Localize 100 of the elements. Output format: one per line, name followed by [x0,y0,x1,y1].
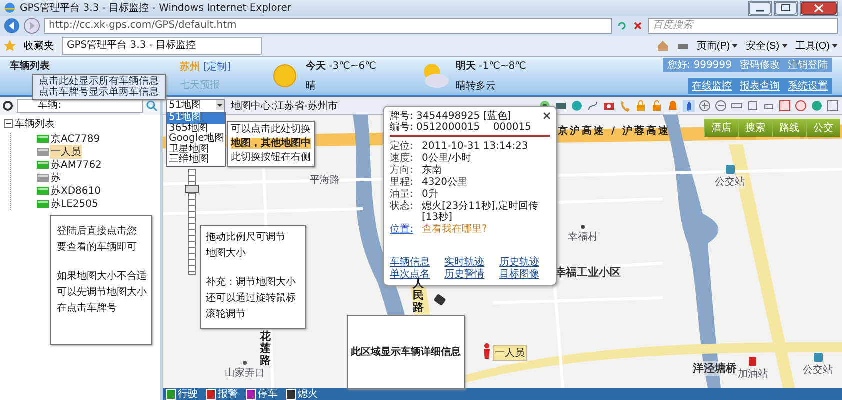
action-link[interactable]: 目标图像 [499,269,550,281]
weather-description: 晴转多云 [456,80,497,93]
zoom-in-icon[interactable] [699,100,711,112]
browser-tab[interactable]: GPS管理平台 3.3 - 目标监控 [62,37,262,55]
legend-label: 停车 [258,388,278,400]
dropdown-option[interactable]: Google地图 [167,134,225,144]
star-icon[interactable] [4,40,16,52]
field-label: 速度: [390,153,414,164]
action-link[interactable]: 实时轨迹 [444,257,496,269]
nav-link[interactable]: 报表查询 [740,79,780,93]
search-icon[interactable] [146,100,158,112]
person-tag: 一人员 [493,345,527,361]
vehicle-item[interactable]: 京AC7789 [50,132,102,146]
browser-logo-icon [4,2,16,14]
alarm-icon[interactable] [667,100,679,112]
tree-root-item[interactable]: 车辆列表 [15,117,55,131]
window-title: GPS管理平台 3.3 - 目标监控 - Windows Internet Explorer [20,2,292,15]
fullscreen-icon[interactable] [827,100,839,112]
field-label: 定位: [390,141,414,152]
field-label: 里程: [390,177,414,188]
vehicle-search-field[interactable]: 车辆: [17,99,143,113]
legend-label: 熄火 [298,388,318,400]
menu-button[interactable]: 工具(O) [796,39,830,53]
map-label: 幸福村 [568,230,598,244]
route-icon[interactable] [587,100,599,112]
home-icon[interactable] [656,40,669,52]
field-value: 0升 [422,189,438,200]
field-label: 方向: [390,165,414,176]
collapse-toggle-icon[interactable] [4,119,13,128]
forward-icon[interactable] [24,18,40,34]
customize-link[interactable]: [定制] [203,62,231,73]
weather-temperature: 明天 -1℃~8℃ [456,60,526,73]
map-label: 山家弄口 [225,366,265,380]
vehicle-item[interactable]: 一人员 [50,145,82,159]
caret-icon[interactable] [832,44,838,48]
caret-icon[interactable] [732,44,738,48]
weather-description: 晴 [306,80,317,93]
hint-callout: 点击此处显示所有车辆信息 点击车牌号显示单两车信息 [32,74,166,100]
unlock-icon[interactable] [651,100,663,112]
hint-text: 如果地图大小不合适 可以先调节地图大小 在点击车牌号 [57,270,145,316]
dropdown-option[interactable]: 卫星地图 [167,144,225,155]
field-value: 2011-10-31 13:14:23 [422,141,528,152]
id-text: 编号: 0512000015 000015 [390,122,532,133]
back-icon[interactable] [4,18,20,34]
caret-icon[interactable] [216,100,224,110]
map-center-text: 地图中心:江苏省-苏州市 [231,100,339,112]
person-icon [483,343,491,359]
map-label: 公交站 [803,363,833,377]
maximize-icon[interactable] [774,0,798,16]
hint-callout: 可以点击此处切换 地图，其他地图中 此切换按钮在右侧 [227,121,315,167]
field-value: 熄火[23分11秒],定时回传[13秒] [422,201,540,223]
nav-link[interactable]: 在线监控 [692,79,732,93]
vehicle-item[interactable]: 苏AM7762 [50,158,103,172]
road-label: 花莲路 [260,331,271,368]
close-icon[interactable] [543,112,551,120]
field-label: 位置: [390,224,414,235]
map-label: 加油站 [738,367,768,381]
field-value: 东南 [422,165,442,176]
close-icon[interactable] [800,0,838,16]
map-label: 公交站 [715,175,745,189]
stop-icon[interactable] [632,20,644,32]
map-point-icon [581,225,585,229]
map-label: 平海路 [310,173,340,187]
highway-label: 京沪高速 / 沪蓉高速 [558,124,671,138]
hint-text: 登陆后直接点击您 要查看的车辆即可 [57,224,138,255]
panel-title: 车辆列表 [10,59,51,73]
plate-text: 牌号: 3454498925 [蓝色] [390,111,512,122]
menu-button[interactable]: 页面(P) [696,39,730,53]
favorites-button[interactable]: 收藏夹 [24,39,54,53]
vehicle-item[interactable]: 苏XD8610 [50,184,102,198]
field-label: 状态: [390,201,414,214]
field-label: 油量: [390,189,414,200]
road-label: 人民路 [413,278,424,314]
vehicle-item[interactable]: 苏LE2505 [50,197,100,211]
dropdown-option[interactable]: 365地图 [167,124,225,134]
caret-icon[interactable] [782,44,788,48]
map-point-icon [243,361,247,365]
zoom-slider-track[interactable] [188,169,196,275]
vehicle-item[interactable]: 苏 [50,171,62,185]
hint-text: 拖动比例尺可调节 地图大小 [206,230,287,261]
map-type-select[interactable]: 51地图 [166,98,225,112]
city-name: 苏州 [180,62,200,73]
field-value: 0公里/小时 [422,153,472,164]
address-field[interactable]: http://cc.xk-gps.com/GPS/default.htm [44,18,612,34]
nav-link[interactable]: 系统设置 [788,79,828,93]
zoom-out-icon[interactable] [715,100,727,112]
menu-button[interactable]: 安全(S) [746,39,780,53]
field-value: 4320公里 [422,177,468,188]
hint-callout: 此区域显示车辆详细信息 [347,315,465,389]
legend-label: 行驶 [178,388,198,400]
minimize-icon[interactable] [748,0,772,16]
dropdown-option[interactable]: 三维地图 [167,155,225,166]
zoom-slider-thumb[interactable] [185,185,199,194]
weather-temperature: 今天 -3℃~6℃ [306,60,376,73]
hint-text: 补充：调节地图大小 还可以通过旋转鼠标 滚轮调节 [206,276,297,322]
phone-icon[interactable] [619,100,631,112]
legend-label: 报警 [218,388,238,400]
square-icon[interactable] [747,100,759,112]
map-label: 洋泾塘桥 [693,361,737,376]
dropdown-option[interactable]: 51地图 [167,113,225,124]
